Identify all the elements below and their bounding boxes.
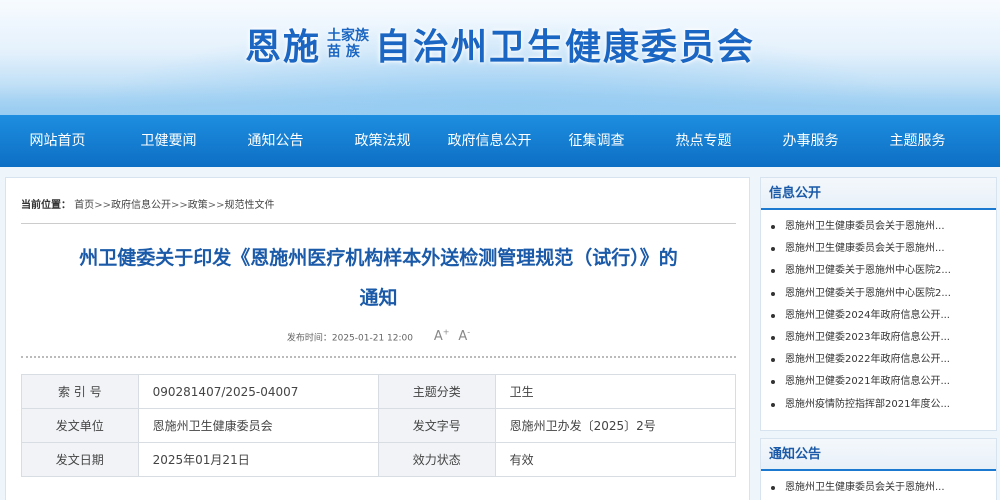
issue-date-value: 2025年01月21日 (137, 442, 379, 477)
index-number-value: 090281407/2025-04007 (137, 374, 379, 409)
list-item[interactable]: 恩施州卫健委2024年政府信息公开... (761, 305, 996, 327)
site-title-small: 土家族苗 族 (327, 28, 369, 60)
topic-category-label: 主题分类 (377, 374, 496, 409)
list-item[interactable]: 恩施州卫健委2023年政府信息公开... (761, 327, 996, 349)
topic-category-value: 卫生 (494, 374, 737, 409)
dotted-divider (21, 356, 736, 358)
nav-item-services[interactable]: 办事服务 (757, 115, 864, 167)
document-info-table: 索 引 号 090281407/2025-04007 主题分类 卫生 发文单位 … (21, 374, 737, 477)
publish-label: 发布时间： (286, 333, 332, 344)
sidebar-info-list: 恩施州卫生健康委员会关于恩施州... 恩施州卫生健康委员会关于恩施州... 恩施… (761, 210, 996, 418)
breadcrumb-link-normative-docs[interactable]: 规范性文件 (224, 200, 274, 211)
nav-item-theme-services[interactable]: 主题服务 (864, 115, 971, 167)
breadcrumb-separator: >> (94, 200, 111, 211)
nav-item-news[interactable]: 卫健要闻 (115, 115, 222, 167)
site-title-right: 自治州卫生健康委员会 (375, 27, 756, 68)
sidebar-notice-panel: 通知公告 恩施州卫生健康委员会关于恩施州... (760, 438, 997, 500)
index-number-label: 索 引 号 (21, 374, 139, 409)
list-item[interactable]: 恩施州卫健委2021年政府信息公开... (761, 371, 996, 393)
banner-decoration (0, 75, 1000, 115)
list-item[interactable]: 恩施州卫健委2022年政府信息公开... (761, 349, 996, 371)
issuer-value: 恩施州卫生健康委员会 (137, 408, 379, 443)
nav-item-notices[interactable]: 通知公告 (222, 115, 329, 167)
article-title-line1: 州卫健委关于印发《恩施州医疗机构样本外送检测管理规范（试行）》的 (79, 247, 678, 269)
site-title-left: 恩施 (244, 27, 321, 68)
list-item[interactable]: 恩施州卫健委关于恩施州中心医院2... (761, 283, 996, 305)
main-nav: 网站首页 卫健要闻 通知公告 政策法规 政府信息公开 征集调查 热点专题 办事服… (0, 115, 1000, 167)
nav-item-survey[interactable]: 征集调查 (543, 115, 650, 167)
font-increase-button[interactable]: A+ (433, 328, 450, 345)
list-item[interactable]: 恩施州疫情防控指挥部2021年度公... (761, 394, 996, 416)
header-banner: 恩施 土家族苗 族自治州卫生健康委员会 (0, 0, 1000, 115)
sidebar-notice-title[interactable]: 通知公告 (761, 439, 996, 471)
breadcrumb-link-home[interactable]: 首页 (74, 200, 94, 211)
site-title: 恩施 土家族苗 族自治州卫生健康委员会 (0, 18, 1000, 68)
validity-status-value: 有效 (494, 442, 737, 477)
nav-item-home[interactable]: 网站首页 (0, 115, 115, 167)
list-item[interactable]: 恩施州卫生健康委员会关于恩施州... (761, 238, 996, 260)
list-item[interactable]: 恩施州卫生健康委员会关于恩施州... (761, 216, 996, 238)
breadcrumb-link-gov-info[interactable]: 政府信息公开 (111, 200, 171, 211)
article-meta: 发布时间：2025-01-21 12:00 A+ A- (21, 328, 736, 344)
breadcrumb-label: 当前位置： (21, 200, 71, 211)
breadcrumb-separator: >> (207, 200, 225, 211)
nav-item-policies[interactable]: 政策法规 (329, 115, 436, 167)
font-increase-glyph: A (433, 329, 443, 345)
issuer-label: 发文单位 (21, 408, 139, 443)
breadcrumb-separator: >> (170, 200, 188, 211)
article-title-line2: 通知 (359, 287, 398, 309)
divider (21, 223, 736, 224)
sidebar-info-title[interactable]: 信息公开 (761, 178, 996, 210)
sidebar-info-panel: 信息公开 恩施州卫生健康委员会关于恩施州... 恩施州卫生健康委员会关于恩施州.… (760, 177, 997, 431)
site-title-small-bottom: 苗 族 (327, 44, 360, 60)
font-decrease-button[interactable]: A- (458, 328, 471, 345)
list-item[interactable]: 恩施州卫生健康委员会关于恩施州... (761, 477, 996, 499)
minus-icon: - (467, 328, 471, 337)
table-row: 发文日期 2025年01月21日 效力状态 有效 (21, 442, 737, 477)
issue-date-label: 发文日期 (21, 442, 139, 477)
font-decrease-glyph: A (458, 329, 468, 345)
article-title: 州卫健委关于印发《恩施州医疗机构样本外送检测管理规范（试行）》的 通知 (21, 238, 736, 318)
document-number-value: 恩施州卫办发〔2025〕2号 (494, 408, 737, 443)
nav-item-topics[interactable]: 热点专题 (650, 115, 757, 167)
list-item[interactable]: 恩施州卫健委关于恩施州中心医院2... (761, 260, 996, 282)
breadcrumb-link-policy[interactable]: 政策 (188, 200, 208, 211)
document-number-label: 发文字号 (377, 408, 496, 443)
breadcrumb: 当前位置： 首页>>政府信息公开>>政策>>规范性文件 (21, 196, 274, 211)
table-row: 发文单位 恩施州卫生健康委员会 发文字号 恩施州卫办发〔2025〕2号 (21, 408, 737, 443)
site-title-small-top: 土家族 (327, 28, 369, 44)
sidebar-notice-list: 恩施州卫生健康委员会关于恩施州... (761, 471, 996, 500)
publish-time: 2025-01-21 12:00 (331, 333, 413, 344)
nav-item-gov-info[interactable]: 政府信息公开 (436, 115, 543, 167)
article-panel: 当前位置： 首页>>政府信息公开>>政策>>规范性文件 州卫健委关于印发《恩施州… (5, 177, 750, 500)
plus-icon: + (442, 328, 450, 337)
table-row: 索 引 号 090281407/2025-04007 主题分类 卫生 (21, 374, 737, 409)
validity-status-label: 效力状态 (377, 442, 496, 477)
